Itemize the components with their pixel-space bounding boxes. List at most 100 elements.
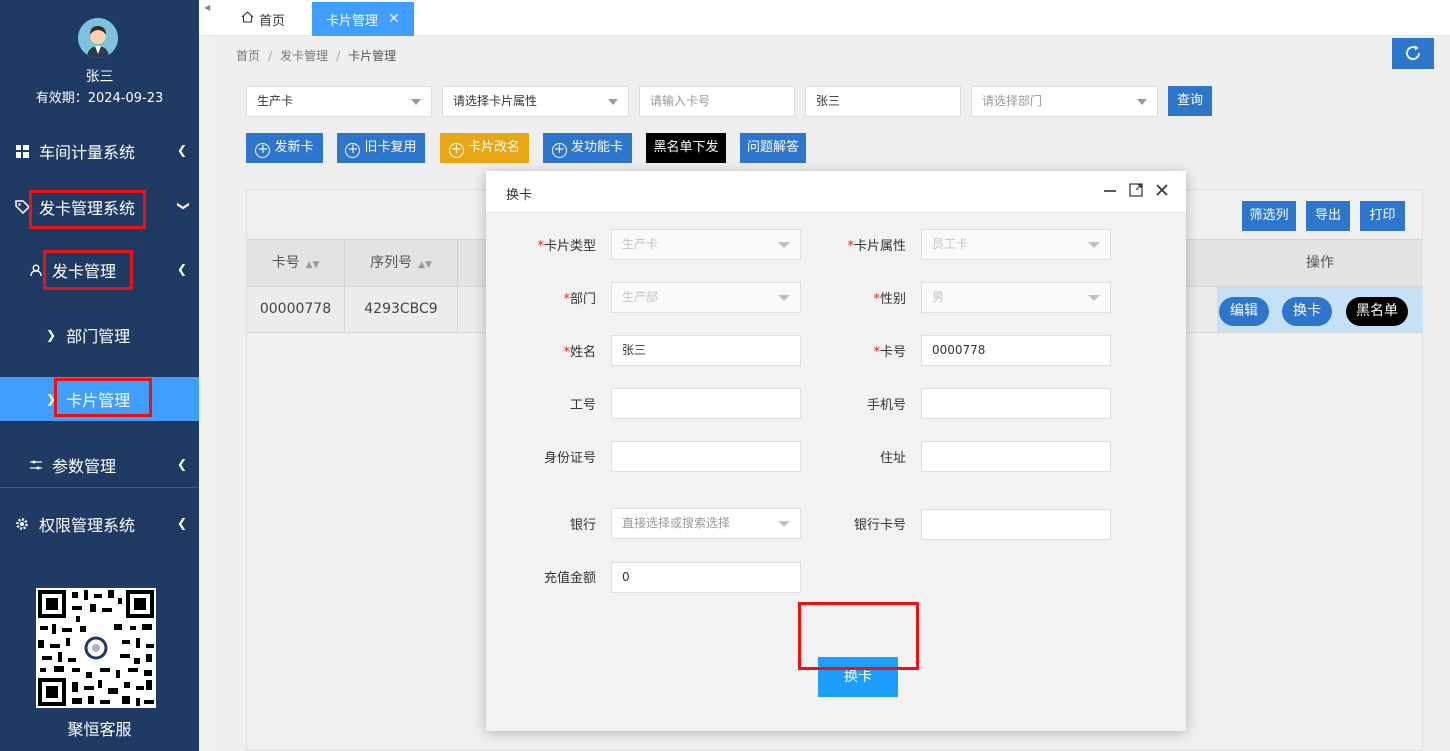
bank-label: 银行 bbox=[569, 518, 596, 533]
column-header-ops: 操作 bbox=[1306, 255, 1334, 271]
chevron-left-icon: ❮ bbox=[176, 516, 187, 530]
nav-divider bbox=[0, 487, 199, 488]
filter-columns-button[interactable]: 筛选列 bbox=[1242, 201, 1296, 231]
edit-button[interactable]: 编辑 bbox=[1219, 297, 1269, 326]
plus-circle-icon: + bbox=[448, 143, 464, 158]
qr-code bbox=[36, 588, 156, 708]
chevron-left-icon: ❮ bbox=[176, 143, 187, 157]
card-type-field: 生产卡 bbox=[611, 229, 801, 260]
card-type-select[interactable]: 生产卡 bbox=[246, 86, 432, 117]
select-placeholder: 请选择卡片属性 bbox=[453, 94, 538, 108]
tab-bar: ◀ 首页 卡片管理 ✕ bbox=[199, 0, 1450, 36]
gender-label: *性别 bbox=[873, 292, 906, 307]
caret-left-icon[interactable]: ◀ bbox=[204, 3, 210, 12]
nav-label: 发卡管理 bbox=[52, 262, 117, 281]
minimize-icon[interactable] bbox=[1102, 183, 1118, 199]
id-no-field[interactable] bbox=[611, 441, 801, 472]
sort-icon[interactable]: ▲▼ bbox=[306, 260, 320, 270]
tab-label: 卡片管理 bbox=[326, 13, 379, 29]
chevron-right-icon: ❯ bbox=[46, 392, 57, 406]
caret-down-icon bbox=[778, 242, 790, 248]
user-name: 张三 bbox=[85, 69, 114, 85]
column-header-serial[interactable]: 序列号 ▲▼ bbox=[345, 240, 458, 286]
caret-down-icon bbox=[778, 295, 790, 301]
rename-card-button[interactable]: + 卡片改名 bbox=[440, 133, 529, 163]
nav-permission-system[interactable]: 权限管理系统 ❮ bbox=[0, 502, 199, 546]
name-field[interactable]: 张三 bbox=[611, 335, 801, 366]
caret-down-icon bbox=[608, 99, 618, 105]
cell-ops: 编辑 换卡 黑名单 bbox=[1217, 287, 1423, 332]
select-value: 生产卡 bbox=[257, 94, 294, 108]
column-header-card-no[interactable]: 卡号 ▲▼ bbox=[247, 240, 345, 286]
chevron-left-icon: ❮ bbox=[176, 457, 187, 471]
avatar[interactable] bbox=[78, 18, 118, 58]
issue-function-card-button[interactable]: + 发功能卡 bbox=[543, 133, 632, 163]
input-placeholder: 请输入卡号 bbox=[650, 94, 711, 108]
nav-card-issue[interactable]: 发卡管理 ❮ bbox=[0, 248, 199, 292]
breadcrumb-item[interactable]: 首页 bbox=[236, 49, 260, 63]
card-no-field[interactable]: 0000778 bbox=[921, 335, 1111, 366]
issue-new-card-button[interactable]: + 发新卡 bbox=[246, 133, 323, 163]
nav-workshop-metering[interactable]: 车间计量系统 ❮ bbox=[0, 129, 199, 173]
user-icon bbox=[28, 262, 44, 278]
phone-label: 手机号 bbox=[866, 398, 906, 413]
reuse-old-card-button[interactable]: + 旧卡复用 bbox=[337, 133, 425, 163]
close-icon[interactable]: ✕ bbox=[388, 11, 400, 27]
home-icon bbox=[241, 11, 254, 27]
chevron-right-icon: ❯ bbox=[46, 328, 57, 342]
query-button[interactable]: 查询 bbox=[1168, 86, 1212, 116]
tab-label: 首页 bbox=[259, 13, 286, 29]
nav-dept-management[interactable]: ❯ 部门管理 bbox=[0, 313, 199, 357]
blacklist-issue-button[interactable]: 黑名单下发 bbox=[646, 133, 726, 163]
card-attr-label: *卡片属性 bbox=[847, 239, 906, 254]
emp-no-field[interactable] bbox=[611, 388, 801, 419]
address-field[interactable] bbox=[921, 441, 1111, 472]
nav-card-management[interactable]: ❯ 卡片管理 bbox=[0, 377, 199, 421]
nav-card-issue-system[interactable]: 发卡管理系统 ❮ bbox=[0, 185, 199, 229]
faq-button[interactable]: 问题解答 bbox=[740, 133, 806, 163]
qr-label: 聚恒客服 bbox=[67, 720, 132, 739]
refresh-icon bbox=[1404, 40, 1422, 64]
sliders-icon bbox=[28, 457, 44, 473]
card-attr-select[interactable]: 请选择卡片属性 bbox=[442, 86, 629, 117]
nav-param-management[interactable]: 参数管理 ❮ bbox=[0, 443, 199, 487]
card-no-label: *卡号 bbox=[873, 345, 906, 360]
gender-field: 男 bbox=[921, 282, 1111, 313]
input-value: 张三 bbox=[816, 94, 841, 108]
dashboard-icon bbox=[14, 143, 30, 159]
tag-icon bbox=[14, 199, 30, 215]
replace-card-button[interactable]: 换卡 bbox=[1282, 297, 1332, 326]
phone-field[interactable] bbox=[921, 388, 1111, 419]
dept-select[interactable]: 请选择部门 bbox=[971, 86, 1158, 117]
recharge-field[interactable]: 0 bbox=[611, 562, 801, 593]
caret-down-icon bbox=[1088, 295, 1100, 301]
refresh-button[interactable] bbox=[1392, 38, 1434, 69]
sort-icon[interactable]: ▲▼ bbox=[418, 260, 432, 270]
maximize-icon[interactable] bbox=[1128, 183, 1144, 199]
emp-no-label: 工号 bbox=[569, 398, 596, 413]
print-button[interactable]: 打印 bbox=[1360, 201, 1405, 231]
chevron-down-icon: ❮ bbox=[174, 200, 189, 212]
dept-field: 生产部 bbox=[611, 282, 801, 313]
breadcrumb: 首页 / 发卡管理 / 卡片管理 bbox=[236, 49, 397, 63]
blacklist-button[interactable]: 黑名单 bbox=[1346, 297, 1408, 326]
tab-card-management[interactable]: 卡片管理 ✕ bbox=[312, 2, 414, 36]
dialog-header: 换卡 bbox=[486, 171, 1186, 213]
nav-label: 发卡管理系统 bbox=[39, 199, 136, 218]
bank-select[interactable]: 直接选择或搜索选择 bbox=[611, 508, 801, 539]
select-placeholder: 请选择部门 bbox=[982, 94, 1043, 108]
tab-home[interactable]: 首页 bbox=[227, 2, 299, 36]
export-button[interactable]: 导出 bbox=[1306, 201, 1350, 231]
caret-down-icon bbox=[411, 99, 421, 105]
dialog-body: *卡片类型 生产卡 *卡片属性 员工卡 *部门 生产部 *性别 男 *姓名 张三… bbox=[486, 213, 1186, 731]
plus-circle-icon: + bbox=[255, 143, 271, 158]
name-input[interactable]: 张三 bbox=[805, 86, 961, 117]
replace-card-submit-button[interactable]: 换卡 bbox=[818, 657, 898, 697]
bank-card-no-field[interactable] bbox=[921, 509, 1111, 540]
plus-circle-icon: + bbox=[345, 143, 361, 158]
nav-label: 参数管理 bbox=[52, 457, 117, 476]
breadcrumb-item[interactable]: 发卡管理 bbox=[280, 49, 328, 63]
nav-label: 车间计量系统 bbox=[39, 143, 136, 162]
card-no-input[interactable]: 请输入卡号 bbox=[639, 86, 795, 117]
close-icon[interactable] bbox=[1154, 183, 1170, 199]
